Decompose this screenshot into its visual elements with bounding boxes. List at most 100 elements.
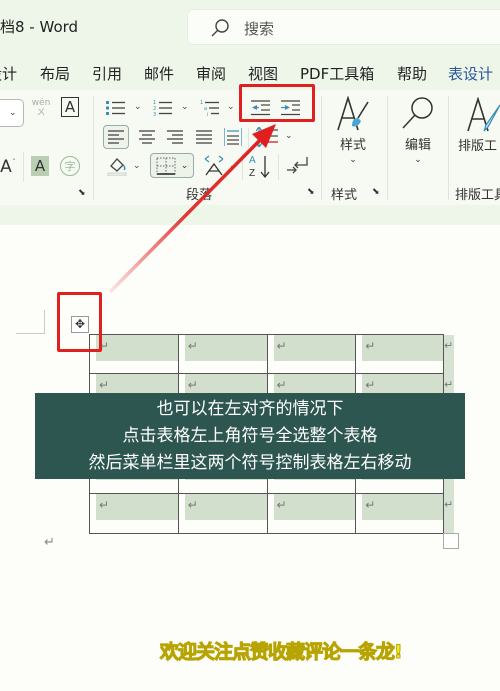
caption-line: 也可以在左对齐的情况下 — [156, 399, 344, 419]
svg-text:A: A — [249, 155, 256, 166]
chevron-down-icon: ⌄ — [349, 154, 357, 165]
svg-text:i: i — [207, 112, 208, 116]
distributed-icon[interactable] — [224, 128, 242, 146]
bullets-dropdown-icon[interactable]: ⌄ — [134, 102, 142, 112]
cell-end-mark: ↵ — [365, 498, 376, 512]
layout-tools-group-label: 排版工具 — [455, 188, 500, 203]
promo-text: 欢迎关注点赞收藏评论一条龙! — [160, 641, 404, 664]
numbering-icon[interactable]: 123 — [153, 100, 173, 116]
cell-end-mark: ↵ — [365, 378, 376, 392]
cell-end-mark: ↵ — [276, 498, 287, 512]
styles-dialog-launcher-icon[interactable]: ⬊ — [372, 187, 382, 197]
font-size-dropdown[interactable]: ⌄ — [0, 99, 24, 127]
caret-up-icon: ˇ — [11, 157, 16, 167]
character-border-icon: A — [64, 98, 76, 116]
borders-button[interactable]: ⌄ — [150, 153, 194, 178]
svg-text:1: 1 — [200, 100, 203, 106]
chevron-down-icon: ⌄ — [9, 108, 17, 118]
chevron-down-icon: ⌄ — [414, 154, 422, 165]
find-icon — [402, 96, 433, 129]
table-cell[interactable]: ↵ — [355, 335, 444, 374]
cell-end-mark: ↵ — [99, 498, 110, 512]
caption-overlay: 也可以在左对齐的情况下 点击表格左上角符号全选整个表格 然后菜单栏里这两个符号控… — [35, 393, 465, 479]
multilevel-dropdown-icon[interactable]: ⌄ — [227, 102, 235, 112]
phonetic-guide-icon: wén — [31, 98, 51, 108]
editing-button-label: 编辑 — [404, 137, 431, 153]
align-left-button[interactable] — [103, 125, 129, 149]
editing-button[interactable]: 编辑 ⌄ — [398, 95, 438, 165]
table-cell[interactable]: ↵ — [266, 335, 356, 374]
separator — [278, 154, 279, 180]
shading-icon[interactable] — [107, 156, 127, 176]
row-end-mark: ↵ — [444, 339, 454, 352]
asian-layout-icon[interactable] — [203, 153, 225, 177]
grow-font-icon: A — [0, 157, 12, 177]
search-input[interactable]: 搜索 — [187, 9, 500, 45]
tab-view[interactable]: 视图 — [248, 63, 278, 84]
grow-font-button[interactable]: A ˇ — [0, 155, 16, 179]
font-dialog-launcher-icon[interactable]: ⬊ — [78, 188, 88, 198]
align-right-icon[interactable] — [167, 130, 183, 144]
multilevel-list-icon[interactable]: 1ai — [200, 100, 220, 116]
phonetic-guide-button[interactable]: wén ㄨ — [31, 96, 51, 120]
show-hide-marks-icon[interactable] — [286, 156, 308, 176]
cell-end-mark: ↵ — [187, 498, 198, 512]
group-separator — [321, 96, 322, 200]
character-shading-icon: A — [34, 157, 46, 175]
enclose-characters-button[interactable]: 字 — [60, 156, 80, 176]
align-center-icon[interactable] — [139, 130, 155, 144]
tab-review[interactable]: 审阅 — [196, 63, 226, 84]
shading-dropdown-icon[interactable]: ⌄ — [133, 161, 141, 171]
search-placeholder: 搜索 — [244, 20, 275, 38]
styles-button[interactable]: 样式 ⌄ — [333, 95, 373, 165]
word-window: 档8 - Word 搜索 设计 布局 引用 邮件 审阅 视图 PDF工具箱 帮助… — [0, 0, 500, 691]
sort-icon[interactable]: A Z — [248, 153, 272, 179]
cell-end-mark: ↵ — [276, 378, 287, 392]
table-handle-highlight — [57, 292, 102, 352]
cell-end-mark: ↵ — [276, 339, 287, 353]
tab-layout[interactable]: 布局 — [40, 63, 70, 84]
paragraph-group-label: 段落 — [186, 188, 213, 203]
tab-pdf-toolbox[interactable]: PDF工具箱 — [300, 63, 374, 84]
margin-corner-mark — [16, 310, 45, 334]
asian-layout-dropdown-icon[interactable]: ⌄ — [229, 161, 237, 171]
table-cell[interactable]: ↵ — [89, 335, 178, 374]
line-spacing-dropdown-icon[interactable]: ⌄ — [285, 131, 293, 141]
title-bar: 档8 - Word 搜索 — [0, 0, 500, 52]
enclose-characters-icon: 字 — [64, 160, 76, 173]
tab-references[interactable]: 引用 — [92, 63, 122, 84]
svg-text:3: 3 — [153, 112, 156, 116]
ribbon-bottom-band — [0, 205, 500, 225]
line-spacing-icon[interactable] — [256, 127, 278, 147]
table-cell[interactable]: ↵ — [89, 494, 178, 533]
separator — [248, 128, 249, 148]
borders-icon — [156, 157, 176, 175]
tab-table-design[interactable]: 表设计 — [448, 63, 493, 84]
tab-help[interactable]: 帮助 — [397, 63, 427, 84]
caption-line: 然后菜单栏里这两个符号控制表格左右移动 — [88, 453, 412, 473]
table-cell[interactable]: ↵ — [177, 335, 267, 374]
styles-group-label: 样式 — [331, 188, 358, 203]
bullets-icon[interactable] — [106, 100, 126, 116]
group-separator — [387, 96, 388, 200]
layout-tools-button[interactable]: 排版工 — [458, 95, 500, 155]
character-border-button[interactable]: A — [61, 97, 79, 117]
numbering-dropdown-icon[interactable]: ⌄ — [181, 102, 189, 112]
table-resize-handle[interactable] — [443, 533, 459, 549]
table-cell[interactable]: ↵ — [177, 494, 267, 533]
justify-icon[interactable] — [196, 130, 212, 144]
table-cell[interactable]: ↵ — [266, 494, 356, 533]
tab-mailings[interactable]: 邮件 — [144, 63, 174, 84]
borders-dropdown-icon: ⌄ — [180, 160, 189, 171]
paragraph-dialog-launcher-icon[interactable]: ⬊ — [307, 187, 317, 197]
character-shading-button[interactable]: A — [31, 156, 49, 176]
cell-end-mark: ↵ — [365, 339, 376, 353]
table-row[interactable]: ↵ ↵ ↵ ↵ ↵ — [89, 334, 454, 375]
styles-icon — [337, 95, 369, 130]
tab-design[interactable]: 设计 — [0, 63, 17, 84]
table-cell[interactable]: ↵ — [355, 494, 444, 533]
paragraph-mark: ↵ — [44, 535, 55, 550]
group-separator — [93, 96, 94, 200]
cell-end-mark: ↵ — [99, 378, 110, 392]
table-row[interactable]: ↵ ↵ ↵ ↵ ↵ — [89, 494, 454, 534]
